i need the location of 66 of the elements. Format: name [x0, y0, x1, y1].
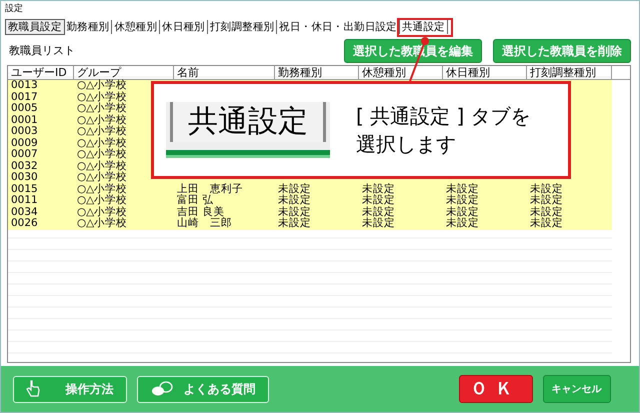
table-cell-text: 0034 — [10, 206, 39, 218]
hand-icon — [26, 380, 40, 398]
table-cell-text: ○△小学校 — [76, 138, 128, 148]
table-cell-text: ○△小学校 — [76, 195, 128, 206]
table-cell-text: 未設定 — [361, 218, 396, 230]
table-cell-text: 未設定 — [361, 195, 396, 206]
tab[interactable]: 勤務種別 — [64, 20, 112, 34]
tab[interactable]: 打刻調整種別 — [208, 20, 278, 34]
table-cell-text: 0030 — [10, 172, 39, 184]
table-cell-text: 0017 — [10, 92, 39, 103]
highlight-frame — [396, 18, 453, 37]
table-cell-text: 富田 弘 — [176, 195, 214, 206]
table-cell-text: 未設定 — [361, 184, 396, 194]
table-cell-text: ○△小学校 — [76, 172, 128, 183]
list-title: 教職員リスト — [9, 42, 75, 59]
table-cell-text: ○△小学校 — [76, 80, 128, 91]
callout-text: [ 共通設定 ] タブを — [356, 103, 531, 130]
tab-label: 共通設定 — [170, 102, 326, 142]
table-row[interactable]: 0034 ○△小学校 吉田 良美 未設定 未設定 未設定 未設定 — [8, 206, 612, 218]
table-cell-text: 未設定 — [277, 218, 312, 230]
tab[interactable]: 休日種別 — [160, 20, 208, 34]
table-cell-text: ○△小学校 — [76, 149, 128, 160]
table-cell-text: 0005 — [10, 103, 39, 114]
table-cell-text: ○△小学校 — [76, 160, 128, 172]
table-cell-text: ○△小学校 — [76, 103, 128, 114]
table-cell-text: 0032 — [10, 160, 39, 172]
table-cell-text: 0001 — [10, 114, 39, 126]
tab[interactable]: 休憩種別 — [112, 20, 160, 34]
table-cell-text: 未設定 — [529, 195, 564, 206]
tab[interactable]: 共通設定 — [400, 20, 448, 34]
chat-icon — [150, 381, 174, 397]
table-cell-text: 0003 — [10, 126, 39, 138]
table-cell-text: 0026 — [10, 218, 39, 230]
table-cell-text: 0007 — [10, 149, 39, 160]
table-cell-text: ○△小学校 — [76, 218, 128, 230]
table-cell-text: 未設定 — [529, 184, 564, 194]
table-cell-text: 未設定 — [529, 206, 564, 218]
table-cell-text: 山崎 三郎 — [176, 218, 233, 230]
table-cell-text: 未設定 — [277, 206, 312, 218]
table-cell-text: 0011 — [10, 195, 39, 206]
table-cell-text: 0009 — [10, 138, 39, 149]
table-cell-text: 未設定 — [445, 195, 480, 206]
table-cell-text: 未設定 — [445, 218, 480, 230]
window-title: 設定 — [4, 2, 24, 16]
table-cell-text: 吉田 良美 — [176, 206, 224, 218]
table-cell-text: ○△小学校 — [76, 114, 128, 126]
table-row[interactable]: 0026 ○△小学校 山崎 三郎 未設定 未設定 未設定 未設定 — [8, 218, 612, 230]
table-cell-text: 未設定 — [277, 184, 312, 194]
table-cell-text: ○△小学校 — [76, 126, 128, 137]
table-cell-text: 未設定 — [529, 218, 564, 230]
callout-text: 選択します — [356, 131, 457, 158]
table-cell-text: 0015 — [10, 184, 39, 195]
table-row[interactable]: 0011 ○△小学校 富田 弘 未設定 未設定 未設定 未設定 — [8, 195, 612, 206]
table-cell-text: ○△小学校 — [76, 184, 128, 194]
table-cell-text: ○△小学校 — [76, 206, 128, 218]
table-cell-text: 未設定 — [445, 206, 480, 218]
tab[interactable]: 教職員設定 — [5, 19, 65, 35]
table-cell-text: 上田 恵利子 — [176, 184, 244, 194]
table-cell-text: 0013 — [10, 80, 39, 92]
table-cell-text: 未設定 — [361, 206, 396, 218]
tab[interactable]: 祝日・休日・出勤日設定 — [277, 20, 400, 34]
table-cell-text: ○△小学校 — [76, 92, 128, 102]
table-cell-text: 未設定 — [277, 195, 312, 206]
ok-button[interactable]: ＯＫ — [458, 375, 532, 403]
table-row[interactable]: 0015 ○△小学校 上田 恵利子 未設定 未設定 未設定 未設定 — [8, 184, 612, 195]
table-cell-text: 未設定 — [445, 184, 480, 194]
